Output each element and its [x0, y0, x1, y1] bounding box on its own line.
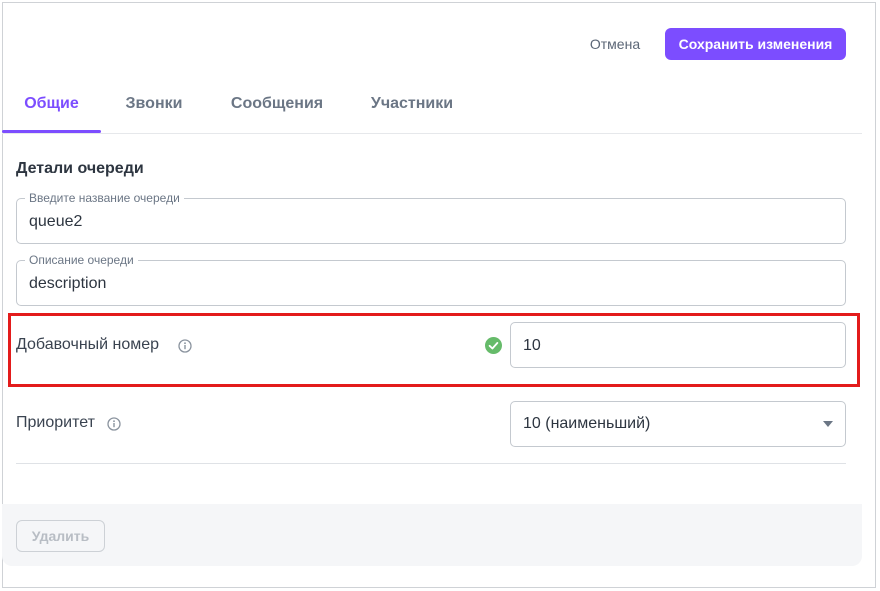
- tab-calls[interactable]: Звонки: [112, 80, 196, 133]
- extension-input[interactable]: [523, 335, 823, 357]
- section-title: Детали очереди: [16, 160, 144, 177]
- description-input[interactable]: [29, 273, 829, 295]
- queue-name-input[interactable]: [29, 211, 829, 233]
- description-label: Описание очереди: [25, 253, 138, 267]
- priority-value: 10 (наименьший): [523, 415, 651, 432]
- divider: [16, 463, 846, 464]
- chevron-down-icon: [823, 421, 833, 427]
- footer-bar: [2, 504, 862, 566]
- tab-bar: Общие Звонки Сообщения Участники: [2, 80, 862, 134]
- info-icon[interactable]: [107, 417, 121, 431]
- priority-label: Приоритет: [16, 414, 95, 431]
- priority-select[interactable]: 10 (наименьший): [510, 401, 846, 447]
- delete-button[interactable]: Удалить: [16, 520, 105, 552]
- extension-field[interactable]: [510, 322, 846, 368]
- queue-name-label: Введите название очереди: [25, 191, 184, 205]
- extension-label: Добавочный номер: [16, 336, 160, 353]
- tab-general[interactable]: Общие: [2, 80, 101, 133]
- info-icon[interactable]: [178, 339, 192, 353]
- tab-participants[interactable]: Участники: [360, 80, 464, 133]
- queue-name-field[interactable]: Введите название очереди: [16, 191, 846, 244]
- cancel-button[interactable]: Отмена: [578, 28, 652, 60]
- check-circle-icon: [485, 337, 502, 354]
- active-tab-indicator: [2, 130, 101, 133]
- description-field[interactable]: Описание очереди: [16, 253, 846, 306]
- save-changes-button[interactable]: Сохранить изменения: [665, 28, 846, 60]
- tab-messages[interactable]: Сообщения: [220, 80, 334, 133]
